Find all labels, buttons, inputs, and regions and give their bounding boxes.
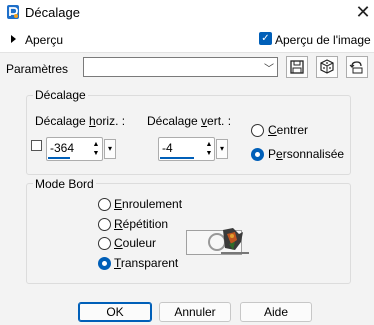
radio-repeat-label[interactable]: Répétition: [114, 217, 168, 231]
radio-center-label[interactable]: Centrer: [268, 123, 308, 137]
randomize-button[interactable]: [316, 56, 338, 78]
image-preview-label[interactable]: Aperçu de l'image: [275, 33, 371, 47]
chevron-down-icon[interactable]: ﹀: [264, 60, 274, 75]
reset-button[interactable]: [346, 56, 368, 78]
horiz-spinner-arrows-icon[interactable]: ▲ ▼: [91, 140, 101, 158]
help-button[interactable]: Aide: [240, 302, 312, 322]
vert-offset-slider[interactable]: [160, 157, 194, 159]
radio-transparent-label[interactable]: Transparent: [114, 256, 178, 270]
save-preset-button[interactable]: [286, 56, 308, 78]
expand-preview-icon[interactable]: [11, 35, 16, 43]
edge-mode-group-title: Mode Bord: [33, 177, 96, 191]
cancel-button[interactable]: Annuler: [159, 302, 231, 322]
radio-color[interactable]: [98, 237, 111, 250]
horiz-offset-slider[interactable]: [48, 157, 70, 159]
radio-wrap[interactable]: [98, 198, 111, 211]
dice-icon: [320, 59, 334, 74]
radio-repeat[interactable]: [98, 218, 111, 231]
window-title: Décalage: [25, 5, 80, 20]
image-preview-checkbox[interactable]: ✓: [259, 32, 272, 45]
preset-dropdown[interactable]: [83, 57, 278, 77]
vert-spinner-arrows-icon[interactable]: ▲ ▼: [204, 140, 214, 158]
horiz-offset-label: Décalage horiz. :: [35, 114, 126, 128]
app-icon: [6, 4, 20, 20]
vert-dropdown-button[interactable]: ▾: [216, 139, 228, 159]
params-label: Paramètres: [6, 62, 69, 76]
radio-transparent[interactable]: [98, 257, 111, 270]
preview-toggle-label[interactable]: Aperçu: [25, 33, 63, 47]
offset-group-title: Décalage: [33, 88, 88, 102]
ok-button[interactable]: OK: [78, 302, 152, 322]
link-checkbox[interactable]: [31, 140, 42, 151]
close-icon[interactable]: ✕: [352, 1, 374, 23]
radio-custom[interactable]: [251, 148, 264, 161]
radio-center[interactable]: [251, 124, 264, 137]
radio-custom-label[interactable]: Personnalisée: [268, 147, 344, 161]
radio-wrap-label[interactable]: Enroulement: [114, 197, 182, 211]
save-icon: [290, 60, 304, 74]
horiz-dropdown-button[interactable]: ▾: [104, 139, 116, 159]
watermark-image: [205, 222, 253, 260]
reset-icon: [349, 61, 363, 74]
vert-offset-label: Décalage vert. :: [147, 114, 232, 128]
radio-color-label[interactable]: Couleur: [114, 236, 156, 250]
